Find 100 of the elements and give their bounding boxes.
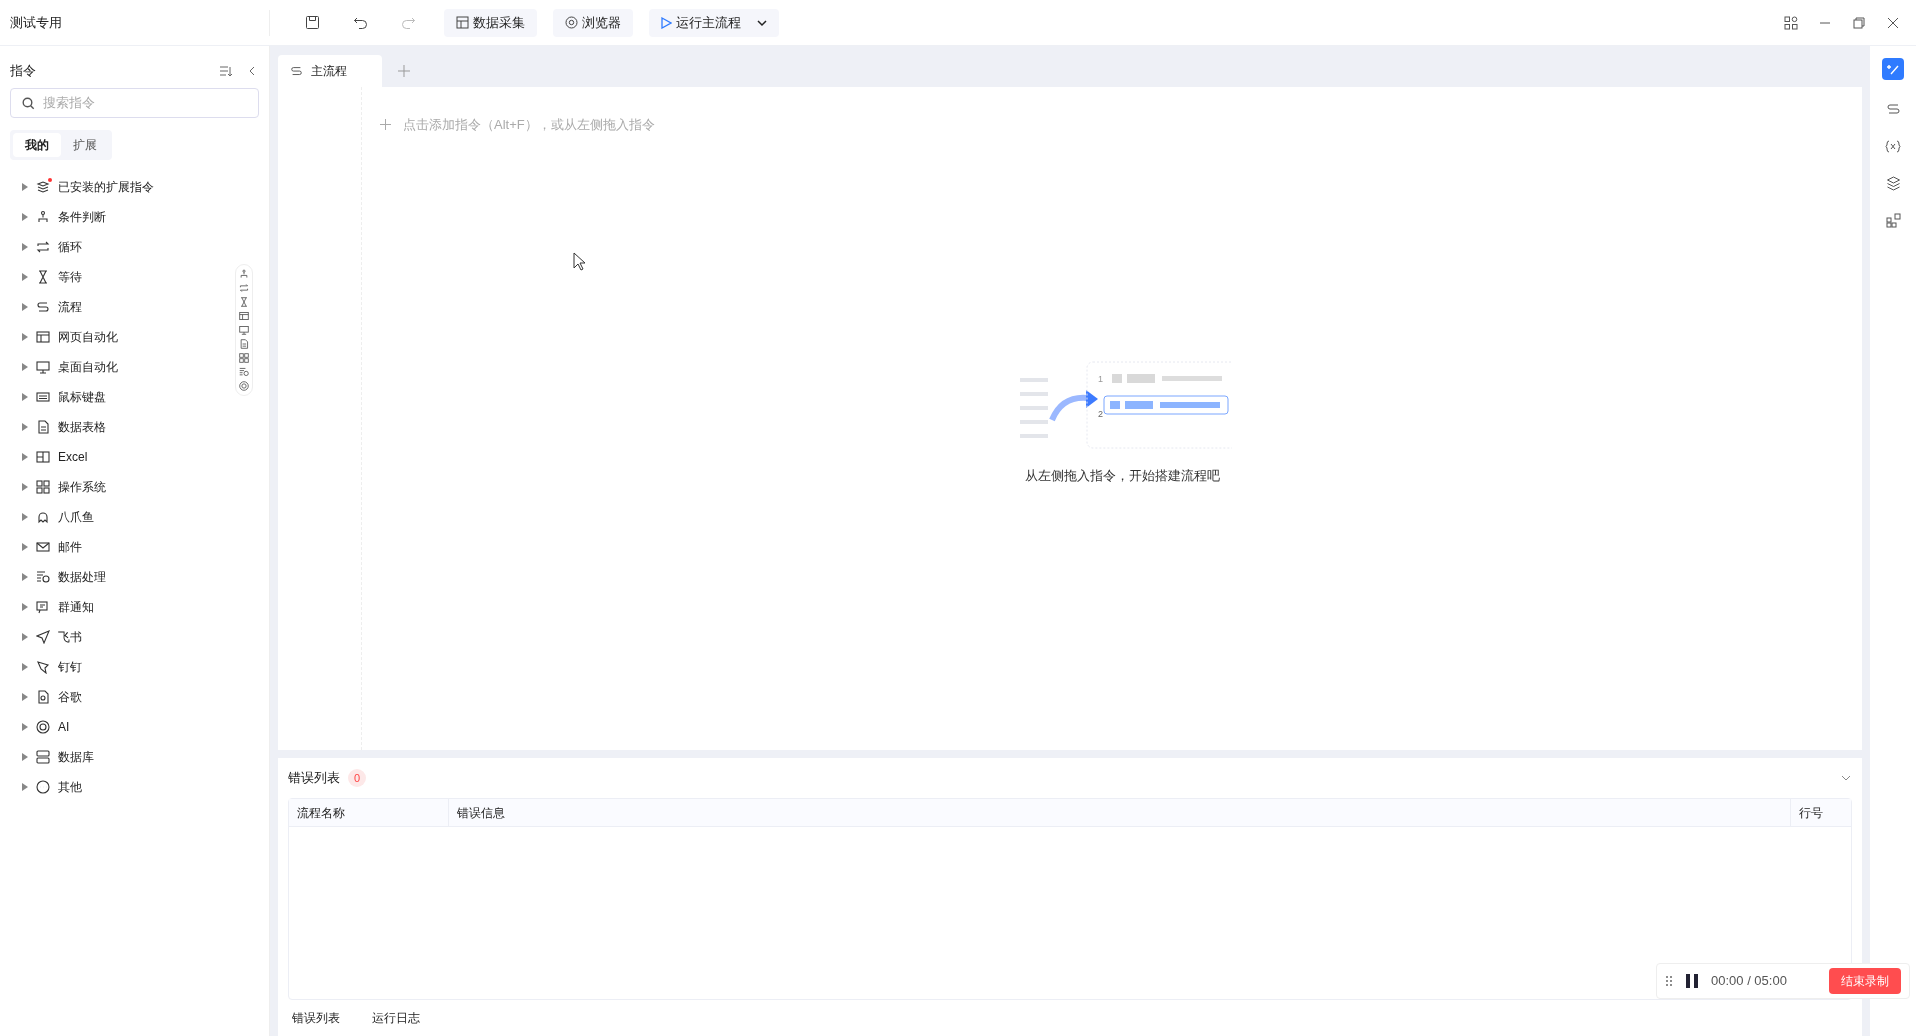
widgets-icon[interactable] bbox=[1885, 213, 1901, 228]
expand-arrow-icon[interactable] bbox=[22, 303, 28, 311]
play-icon bbox=[661, 16, 672, 29]
layers-icon[interactable] bbox=[1885, 176, 1901, 191]
command-category[interactable]: 群通知 bbox=[0, 592, 269, 622]
expand-arrow-icon[interactable] bbox=[22, 243, 28, 251]
loop-icon[interactable] bbox=[239, 283, 249, 293]
command-category[interactable]: 网页自动化 bbox=[0, 322, 269, 352]
command-category[interactable]: 鼠标键盘 bbox=[0, 382, 269, 412]
command-category[interactable]: 飞书 bbox=[0, 622, 269, 652]
command-category[interactable]: 循环 bbox=[0, 232, 269, 262]
variable-icon[interactable] bbox=[1885, 139, 1901, 154]
close-icon[interactable] bbox=[1886, 15, 1900, 30]
command-category[interactable]: Excel bbox=[0, 442, 269, 472]
command-category[interactable]: 谷歌 bbox=[0, 682, 269, 712]
expand-arrow-icon[interactable] bbox=[22, 693, 28, 701]
command-category[interactable]: 数据库 bbox=[0, 742, 269, 772]
expand-arrow-icon[interactable] bbox=[22, 423, 28, 431]
expand-arrow-icon[interactable] bbox=[22, 663, 28, 671]
pause-icon[interactable] bbox=[1685, 974, 1699, 988]
category-label: 流程 bbox=[58, 299, 82, 316]
search-field[interactable]: 搜索指令 bbox=[10, 88, 259, 118]
data-capture-button[interactable]: 数据采集 bbox=[444, 8, 537, 37]
recording-time: 00:00 / 05:00 bbox=[1711, 972, 1787, 991]
panel-tab[interactable]: 错误列表 bbox=[292, 1009, 340, 1027]
category-label: 谷歌 bbox=[58, 689, 82, 706]
save-icon[interactable] bbox=[304, 15, 320, 30]
undo-icon[interactable] bbox=[352, 15, 368, 30]
category-label: 钉钉 bbox=[58, 659, 82, 676]
loop-icon bbox=[36, 240, 50, 254]
expand-arrow-icon[interactable] bbox=[22, 453, 28, 461]
document-icon[interactable] bbox=[239, 339, 249, 349]
plus-icon[interactable] bbox=[380, 119, 391, 131]
expand-arrow-icon[interactable] bbox=[22, 513, 28, 521]
expand-arrow-icon[interactable] bbox=[22, 633, 28, 641]
column-header: 行号 bbox=[1799, 804, 1823, 822]
command-category[interactable]: AI bbox=[0, 712, 269, 742]
chat-icon bbox=[36, 600, 50, 614]
category-label: 条件判断 bbox=[58, 209, 106, 226]
expand-arrow-icon[interactable] bbox=[22, 723, 28, 731]
expand-arrow-icon[interactable] bbox=[22, 363, 28, 371]
category-label: 等待 bbox=[58, 269, 82, 286]
browser-button[interactable]: 浏览器 bbox=[553, 8, 633, 37]
flow-tab[interactable]: 主流程 bbox=[278, 55, 382, 87]
file-icon bbox=[36, 690, 50, 704]
column-header: 错误信息 bbox=[457, 804, 505, 822]
data-icon[interactable] bbox=[239, 367, 249, 377]
stack-icon bbox=[36, 180, 50, 194]
category-label: 飞书 bbox=[58, 629, 82, 646]
category-label: 邮件 bbox=[58, 539, 82, 556]
table-icon bbox=[456, 16, 469, 29]
command-category[interactable]: 等待 bbox=[0, 262, 269, 292]
flow-icon[interactable] bbox=[1885, 102, 1901, 117]
restore-icon[interactable] bbox=[1852, 15, 1866, 30]
expand-arrow-icon[interactable] bbox=[22, 753, 28, 761]
expand-arrow-icon[interactable] bbox=[22, 783, 28, 791]
expand-arrow-icon[interactable] bbox=[22, 333, 28, 341]
run-button[interactable]: 运行主流程 bbox=[649, 8, 779, 37]
command-category[interactable]: 条件判断 bbox=[0, 202, 269, 232]
apps-icon[interactable] bbox=[1784, 15, 1798, 30]
command-category[interactable]: 桌面自动化 bbox=[0, 352, 269, 382]
expand-arrow-icon[interactable] bbox=[22, 483, 28, 491]
command-category[interactable]: 已安装的扩展指令 bbox=[0, 172, 269, 202]
category-label: 数据库 bbox=[58, 749, 94, 766]
error-count-badge: 0 bbox=[348, 769, 366, 787]
expand-arrow-icon[interactable] bbox=[22, 603, 28, 611]
expand-arrow-icon[interactable] bbox=[22, 213, 28, 221]
category-label: 八爪鱼 bbox=[58, 509, 94, 526]
ai-assistant-button[interactable] bbox=[1882, 58, 1904, 80]
category-label: 数据表格 bbox=[58, 419, 106, 436]
panel-tab[interactable]: 运行日志 bbox=[372, 1009, 420, 1027]
command-category[interactable]: 流程 bbox=[0, 292, 269, 322]
command-category[interactable]: 数据处理 bbox=[0, 562, 269, 592]
command-category[interactable]: 数据表格 bbox=[0, 412, 269, 442]
document-icon bbox=[36, 420, 50, 434]
panel-title: 指令 bbox=[10, 62, 36, 81]
expand-arrow-icon[interactable] bbox=[22, 183, 28, 191]
command-category[interactable]: 八爪鱼 bbox=[0, 502, 269, 532]
expand-arrow-icon[interactable] bbox=[22, 543, 28, 551]
drag-handle-icon[interactable] bbox=[1665, 975, 1673, 987]
sidebar-tab[interactable]: 我的 bbox=[13, 133, 61, 157]
expand-arrow-icon[interactable] bbox=[22, 273, 28, 281]
browser-window-icon[interactable] bbox=[239, 311, 249, 321]
add-tab-icon[interactable] bbox=[398, 65, 410, 77]
expand-arrow-icon[interactable] bbox=[22, 393, 28, 401]
command-category[interactable]: 邮件 bbox=[0, 532, 269, 562]
expand-arrow-icon[interactable] bbox=[22, 573, 28, 581]
sidebar-tab[interactable]: 扩展 bbox=[61, 133, 109, 157]
caret-icon[interactable] bbox=[757, 17, 767, 28]
branch-icon[interactable] bbox=[239, 269, 249, 279]
monitor-icon[interactable] bbox=[239, 325, 249, 335]
command-category[interactable]: 其他 bbox=[0, 772, 269, 802]
grid-icon[interactable] bbox=[239, 353, 249, 363]
panel-title: 错误列表 bbox=[288, 769, 340, 788]
category-label: Excel bbox=[58, 449, 88, 466]
hourglass-icon[interactable] bbox=[239, 297, 249, 307]
sort-icon[interactable] bbox=[219, 64, 233, 78]
category-label: 桌面自动化 bbox=[58, 359, 118, 376]
command-category[interactable]: 钉钉 bbox=[0, 652, 269, 682]
command-category[interactable]: 操作系统 bbox=[0, 472, 269, 502]
